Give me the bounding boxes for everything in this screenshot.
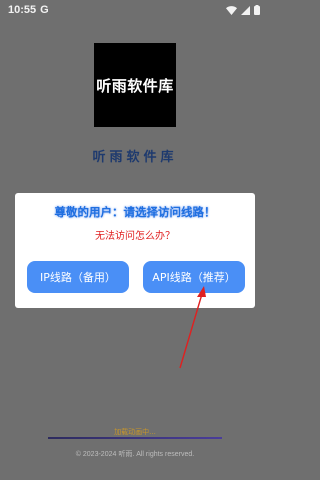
app-logo: 听雨软件库 <box>94 43 176 127</box>
ip-route-button[interactable]: IP线路（备用） <box>27 261 129 293</box>
copyright-text: © 2023-2024 听雨. All rights reserved. <box>75 451 195 458</box>
status-bar: 10:55 G <box>0 0 270 20</box>
app-title: 听雨软件库 <box>92 150 178 165</box>
dialog-title: 尊敬的用户：请选择访问线路！ <box>54 205 216 219</box>
google-g-icon: G <box>40 4 49 16</box>
logo-text: 听雨软件库 <box>96 76 174 95</box>
loading-progress-bar <box>48 437 222 439</box>
help-link[interactable]: 无法访问怎么办？ <box>15 227 255 242</box>
route-select-dialog: 尊敬的用户：请选择访问线路！ 无法访问怎么办？ IP线路（备用） API线路（推… <box>15 193 255 308</box>
signal-icon <box>241 5 250 15</box>
battery-icon <box>254 5 260 15</box>
api-route-button[interactable]: API线路（推荐） <box>143 261 245 293</box>
status-left: 10:55 G <box>8 4 49 16</box>
loading-progress-fill <box>48 437 222 439</box>
loading-text: 加载动画中... <box>114 428 156 436</box>
status-time: 10:55 <box>8 4 37 16</box>
wifi-icon <box>226 5 237 15</box>
status-right <box>226 5 260 15</box>
